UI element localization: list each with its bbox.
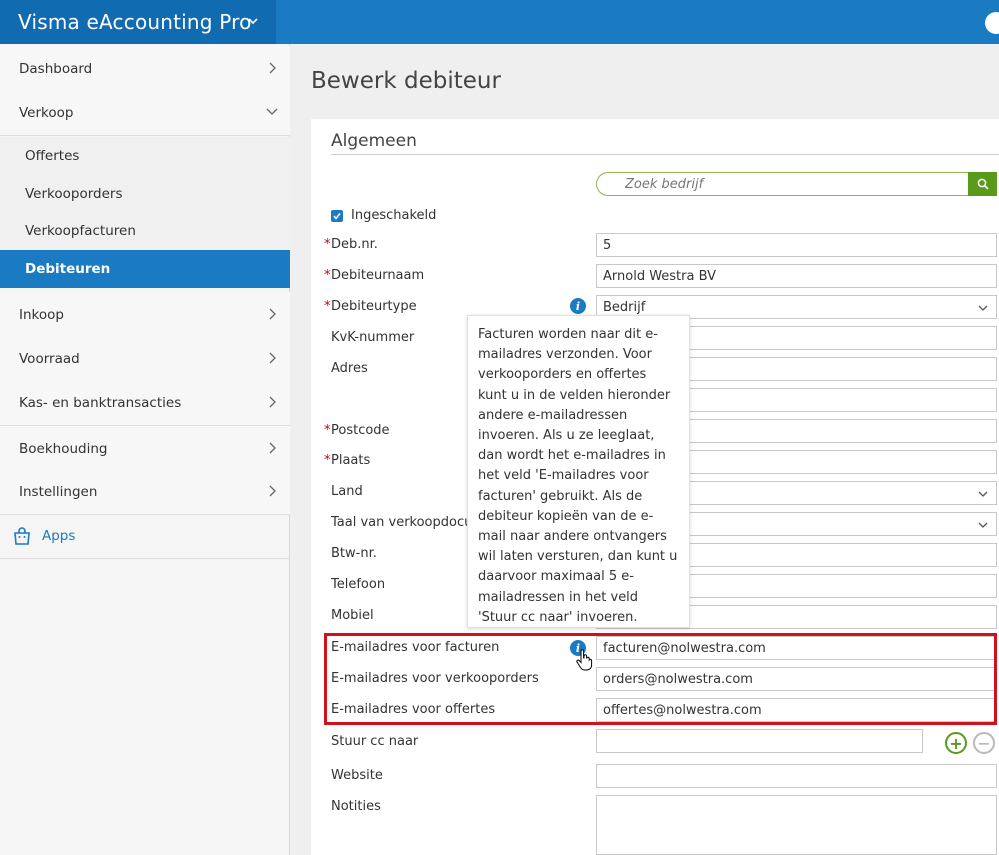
label-text: Plaats [331,453,371,468]
label-text: Deb.nr. [331,237,378,252]
sidebar-subitem-offertes[interactable]: Offertes [0,137,290,175]
sidebar-subitem-verkoopfacturen[interactable]: Verkoopfacturen [0,212,290,250]
sidebar-item-boekhouding[interactable]: Boekhouding [0,426,290,472]
top-bar: Visma eAccounting Pro [0,0,999,44]
sidebar-subitem-label: Verkoopfacturen [25,223,136,239]
company-search [596,172,997,196]
enabled-row: Ingeschakeld [331,208,436,223]
highlight-box [324,633,997,725]
adres-label: Adres [331,361,368,376]
land-label: Land [331,484,363,499]
required-mark: * [324,299,331,314]
kvk-label: KvK-nummer [331,330,415,345]
website-label: Website [331,768,383,783]
chevron-down-icon [978,491,988,497]
chevron-right-icon [269,62,276,74]
sidebar-item-kas-bank[interactable]: Kas- en banktransacties [0,380,290,426]
section-title: Algemeen [331,131,417,151]
required-mark: * [324,268,331,283]
required-mark: * [324,423,331,438]
notities-label: Notities [331,799,381,814]
section-divider [331,154,999,155]
type-label: * Debiteurtype [324,299,417,314]
plaats-label: * Plaats [324,453,371,468]
debnr-label: * Deb.nr. [324,237,378,252]
naam-label: * Debiteurnaam [324,268,425,283]
cc-label: Stuur cc naar [331,734,419,749]
chevron-down-icon [978,305,988,311]
form-card: Algemeen Ingeschakeld *Deb.nr. 5 *Debite… [311,119,999,855]
sidebar-item-label: Verkoop [19,104,74,121]
info-tooltip: Facturen worden naar dit e-mailadres ver… [467,315,690,628]
chevron-right-icon [269,352,276,364]
field-value: Bedrijf [603,299,646,315]
info-icon[interactable]: i [570,298,586,314]
sidebar-item-apps[interactable]: Apps [0,513,290,559]
sidebar-subitem-label: Debiteuren [25,261,111,277]
sidebar: Dashboard Verkoop Offertes Verkooporders… [0,44,290,855]
search-button[interactable] [968,172,997,196]
chevron-right-icon [269,485,276,497]
sidebar-item-dashboard[interactable]: Dashboard [0,46,290,92]
sidebar-item-label: Dashboard [19,60,93,77]
check-icon [333,212,341,220]
sidebar-subitem-label: Verkooporders [25,186,123,202]
chevron-down-icon [248,18,258,25]
website-field[interactable] [596,764,997,788]
sidebar-item-label: Voorraad [19,350,80,367]
chevron-right-icon [269,308,276,320]
cc-field[interactable] [596,729,923,753]
main-content: Bewerk debiteur Algemeen Ingeschakeld *D… [291,44,999,855]
sidebar-item-instellingen[interactable]: Instellingen [0,469,290,515]
sidebar-item-label: Instellingen [19,483,98,500]
app-switcher[interactable]: Visma eAccounting Pro [0,0,276,44]
debnr-field[interactable]: 5 [596,233,997,257]
sidebar-item-label: Kas- en banktransacties [19,394,182,411]
enabled-checkbox[interactable] [331,209,343,222]
sidebar-subitem-verkooporders[interactable]: Verkooporders [0,175,290,213]
remove-cc-button[interactable]: − [973,732,995,754]
sidebar-subitem-label: Offertes [25,148,80,164]
required-mark: * [324,237,331,252]
field-value: Arnold Westra BV [603,268,717,284]
required-mark: * [324,453,331,468]
postcode-label: * Postcode [324,423,390,438]
page-title: Bewerk debiteur [311,68,501,94]
chevron-right-icon [269,396,276,408]
hand-cursor-icon [576,649,593,671]
chevron-right-icon [269,442,276,454]
sidebar-item-label: Inkoop [19,306,64,323]
notities-textarea[interactable] [596,795,997,855]
shopping-bag-icon [14,526,30,545]
apps-label: Apps [42,527,76,544]
field-value: 5 [603,237,612,253]
sidebar-item-inkoop[interactable]: Inkoop [0,292,290,338]
search-icon [977,178,989,190]
btw-label: Btw-nr. [331,546,377,561]
mobiel-label: Mobiel [331,608,374,623]
naam-field[interactable]: Arnold Westra BV [596,264,997,288]
enabled-label: Ingeschakeld [351,208,437,223]
user-menu-icon[interactable] [985,12,999,34]
sidebar-item-voorraad[interactable]: Voorraad [0,336,290,382]
sidebar-item-label: Boekhouding [19,440,108,457]
chevron-down-icon [978,522,988,528]
sidebar-subitem-debiteuren[interactable]: Debiteuren [0,250,290,288]
telefoon-label: Telefoon [331,577,386,592]
label-text: Postcode [331,423,390,438]
chevron-down-icon [266,108,278,115]
label-text: Debiteurnaam [331,268,425,283]
taal-label: Taal van verkoopdocur [331,515,478,530]
company-search-input[interactable] [596,172,968,196]
app-title: Visma eAccounting Pro [18,10,252,34]
label-text: Debiteurtype [331,299,417,314]
add-cc-button[interactable]: + [945,732,967,754]
sidebar-item-verkoop[interactable]: Verkoop [0,90,290,136]
